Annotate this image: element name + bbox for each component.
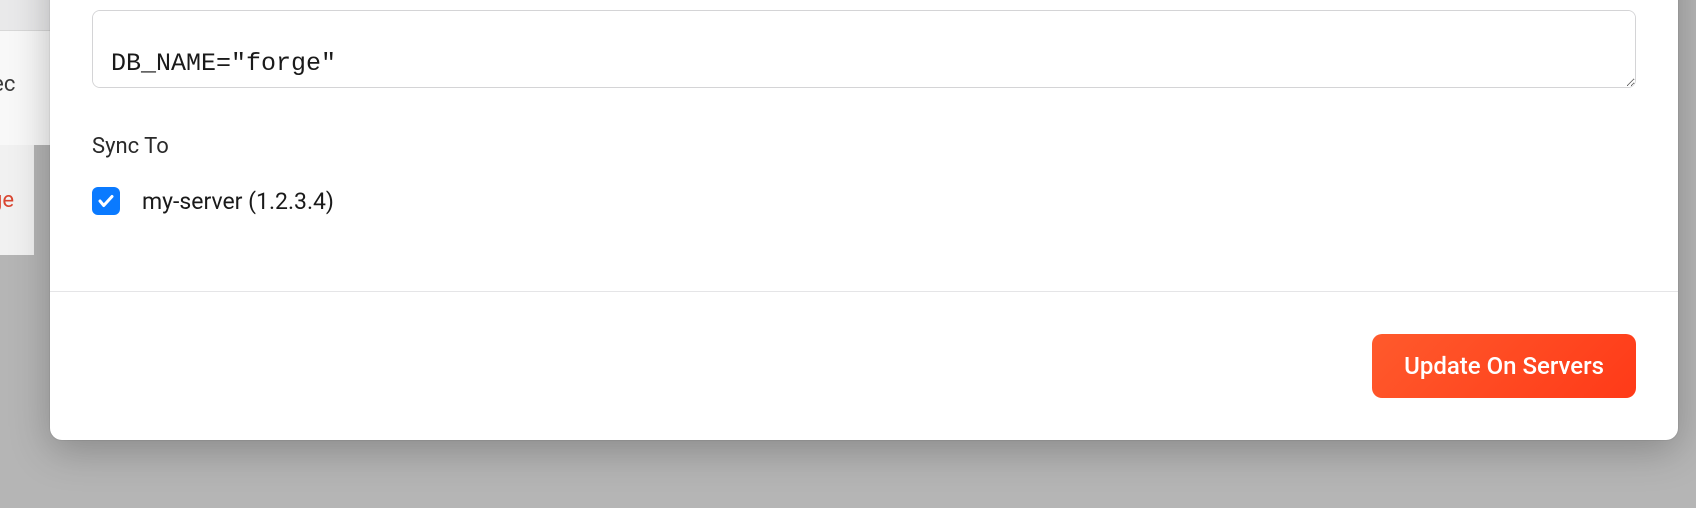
update-on-servers-button[interactable]: Update On Servers	[1372, 334, 1636, 398]
sync-server-checkbox[interactable]	[92, 187, 120, 215]
env-textarea-wrap	[92, 10, 1636, 92]
background-fragment	[0, 0, 50, 30]
modal-dialog: Sync To my-server (1.2.3.4) Update On Se…	[50, 0, 1678, 440]
background-text: nec	[0, 72, 15, 97]
env-textarea[interactable]	[92, 10, 1636, 88]
background-text: ge	[0, 188, 14, 213]
sync-server-label: my-server (1.2.3.4)	[142, 188, 334, 215]
check-icon	[97, 192, 115, 210]
modal-body: Sync To my-server (1.2.3.4)	[50, 0, 1678, 291]
modal-footer: Update On Servers	[50, 291, 1678, 440]
sync-server-row: my-server (1.2.3.4)	[92, 187, 1636, 215]
sync-to-label: Sync To	[92, 134, 1636, 159]
